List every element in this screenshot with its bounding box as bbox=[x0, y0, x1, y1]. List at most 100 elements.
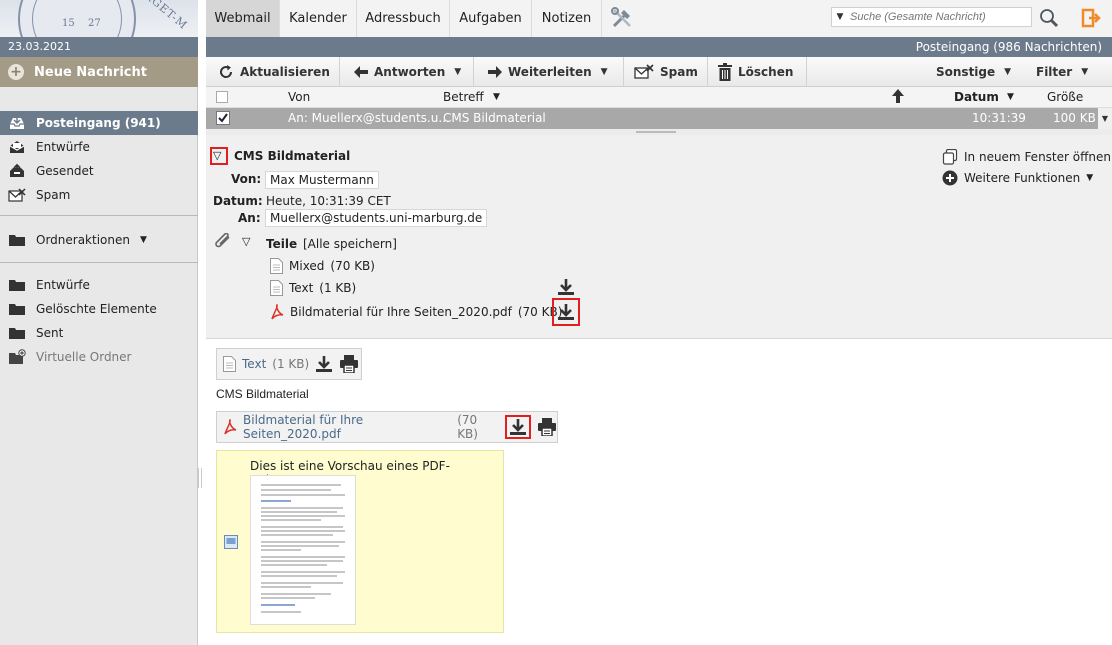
column-subject[interactable]: Betreff bbox=[443, 87, 484, 108]
tab-calendar[interactable]: Kalender bbox=[280, 0, 357, 37]
search-input[interactable] bbox=[848, 11, 1031, 23]
other-button[interactable]: Sonstige ▼ bbox=[928, 57, 1018, 87]
to-value[interactable]: Muellerx@students.uni-marburg.de bbox=[265, 209, 488, 227]
chevron-down-icon: ▼ bbox=[1081, 67, 1089, 77]
chevron-down-icon: ▼ bbox=[454, 67, 462, 77]
row-checkbox[interactable] bbox=[216, 111, 230, 125]
collapse-headers-icon[interactable]: ▽ bbox=[213, 149, 221, 162]
folder-actions-button[interactable]: Ordneraktionen ▼ bbox=[0, 228, 198, 252]
tab-address-book[interactable]: Adressbuch bbox=[357, 0, 450, 37]
more-functions-button[interactable]: Weitere Funktionen ▼ bbox=[942, 170, 1093, 186]
new-message-button[interactable]: + Neue Nachricht bbox=[0, 57, 198, 87]
search-scope-dropdown[interactable]: ▼ bbox=[832, 12, 848, 22]
spam-button[interactable]: Spam bbox=[624, 57, 708, 87]
delete-label: Löschen bbox=[738, 65, 794, 79]
pdf-attachment[interactable]: Bildmaterial für Ihre Seiten_2020.pdf (7… bbox=[216, 411, 558, 443]
virtual-folder-icon bbox=[8, 349, 26, 365]
text-attachment[interactable]: Text (1 KB) bbox=[216, 348, 362, 380]
part-name: Bildmaterial für Ihre Seiten_2020.pdf bbox=[290, 305, 512, 319]
sidebar-item-label: Spam bbox=[36, 188, 71, 202]
tab-webmail[interactable]: Webmail bbox=[206, 0, 280, 37]
filter-button[interactable]: Filter ▼ bbox=[1028, 57, 1108, 87]
chevron-down-icon: ▼ bbox=[139, 235, 147, 245]
part-pdf[interactable]: Bildmaterial für Ihre Seiten_2020.pdf (7… bbox=[270, 304, 562, 320]
from-value[interactable]: Max Mustermann bbox=[265, 171, 379, 189]
body-text: CMS Bildmaterial bbox=[216, 387, 309, 401]
table-row[interactable]: An: Muellerx@students.u... CMS Bildmater… bbox=[206, 108, 1112, 129]
spam-icon bbox=[634, 64, 654, 80]
pdf-icon bbox=[223, 419, 237, 435]
filter-label: Filter bbox=[1036, 65, 1073, 79]
top-navigation: Webmail Kalender Adressbuch Aufgaben Not… bbox=[206, 0, 1112, 37]
tab-notes[interactable]: Notizen bbox=[532, 0, 602, 37]
plus-icon: + bbox=[8, 64, 24, 80]
reply-button[interactable]: Antworten ▼ bbox=[340, 57, 474, 87]
sidebar-item-spam[interactable]: Spam bbox=[0, 183, 198, 207]
scrollbar[interactable]: ▼ bbox=[1098, 108, 1112, 129]
column-date[interactable]: Datum bbox=[954, 87, 999, 108]
attachment-name: Text bbox=[242, 357, 267, 371]
sort-direction-icon[interactable] bbox=[892, 89, 904, 103]
image-placeholder-icon bbox=[224, 535, 238, 549]
download-icon[interactable] bbox=[505, 415, 531, 439]
part-name: Mixed bbox=[289, 259, 325, 273]
date-value: Heute, 10:31:39 CET bbox=[266, 194, 391, 208]
parts-label: Teile bbox=[266, 237, 298, 251]
sidebar-item-drafts[interactable]: Entwürfe bbox=[0, 135, 198, 159]
column-from[interactable]: Von bbox=[288, 87, 310, 108]
pdf-thumbnail[interactable] bbox=[250, 475, 356, 625]
forward-icon bbox=[488, 66, 502, 78]
download-icon[interactable] bbox=[557, 278, 575, 296]
mailbox-status: Posteingang (986 Nachrichten) bbox=[206, 37, 1112, 57]
delete-button[interactable]: Löschen bbox=[708, 57, 807, 87]
chevron-down-icon[interactable]: ▼ bbox=[493, 87, 500, 108]
message-body: Text (1 KB) CMS Bildmaterial Bildmateria… bbox=[198, 340, 1112, 645]
folder-icon bbox=[8, 325, 26, 341]
reply-label: Antworten bbox=[374, 65, 446, 79]
folder-icon bbox=[8, 232, 26, 248]
sidebar-item-sent[interactable]: Gesendet bbox=[0, 159, 198, 183]
message-list-header: Von Betreff ▼ Datum ▼ Größe bbox=[206, 87, 1112, 108]
sidebar-item-deleted[interactable]: Gelöschte Elemente bbox=[0, 297, 198, 321]
tab-tasks[interactable]: Aufgaben bbox=[450, 0, 532, 37]
print-icon[interactable] bbox=[339, 355, 359, 373]
sidebar-item-virtual-folders[interactable]: Virtuelle Ordner bbox=[0, 345, 198, 369]
forward-button[interactable]: Weiterleiten ▼ bbox=[474, 57, 624, 87]
new-window-icon bbox=[942, 149, 958, 165]
print-icon[interactable] bbox=[537, 418, 557, 436]
save-all-link[interactable]: [Alle speichern] bbox=[303, 237, 397, 251]
part-size: (1 KB) bbox=[319, 281, 357, 295]
logout-icon[interactable] bbox=[1080, 7, 1102, 29]
divider bbox=[0, 215, 198, 216]
select-all-checkbox[interactable] bbox=[216, 91, 228, 103]
to-label: An: bbox=[238, 211, 261, 225]
sidebar-resize-handle[interactable] bbox=[198, 468, 202, 488]
university-logo: 15 27 RGET-M bbox=[0, 0, 198, 37]
sidebar-item-folder-sent[interactable]: Sent bbox=[0, 321, 198, 345]
part-mixed[interactable]: Mixed (70 KB) bbox=[270, 258, 375, 274]
sidebar: 15 27 RGET-M 23.03.2021 + Neue Nachricht… bbox=[0, 0, 198, 645]
refresh-button[interactable]: Aktualisieren bbox=[206, 57, 340, 87]
spam-label: Spam bbox=[660, 65, 698, 79]
plus-circle-icon bbox=[942, 170, 958, 186]
paperclip-icon bbox=[214, 233, 234, 251]
university-seal-icon: 15 27 bbox=[18, 0, 136, 37]
sidebar-item-inbox[interactable]: Posteingang (941) bbox=[0, 111, 198, 135]
download-icon[interactable] bbox=[315, 355, 333, 373]
download-icon[interactable] bbox=[557, 303, 575, 321]
message-subject: CMS Bildmaterial bbox=[234, 149, 351, 163]
refresh-icon bbox=[218, 64, 234, 80]
document-icon bbox=[270, 280, 283, 296]
chevron-down-icon: ▼ bbox=[600, 67, 608, 77]
row-subject: CMS Bildmaterial bbox=[443, 111, 546, 125]
tools-icon[interactable] bbox=[610, 6, 634, 30]
sidebar-item-label: Posteingang (941) bbox=[36, 116, 161, 130]
part-text[interactable]: Text (1 KB) bbox=[270, 280, 356, 296]
sidebar-item-folder-drafts[interactable]: Entwürfe bbox=[0, 273, 198, 297]
chevron-down-icon[interactable]: ▼ bbox=[1007, 87, 1014, 108]
search-icon[interactable] bbox=[1038, 7, 1060, 29]
column-size[interactable]: Größe bbox=[1047, 87, 1083, 108]
more-functions-label: Weitere Funktionen bbox=[964, 171, 1081, 185]
collapse-parts-icon[interactable]: ▽ bbox=[242, 235, 250, 248]
open-new-window-link[interactable]: In neuem Fenster öffnen bbox=[942, 149, 1111, 165]
